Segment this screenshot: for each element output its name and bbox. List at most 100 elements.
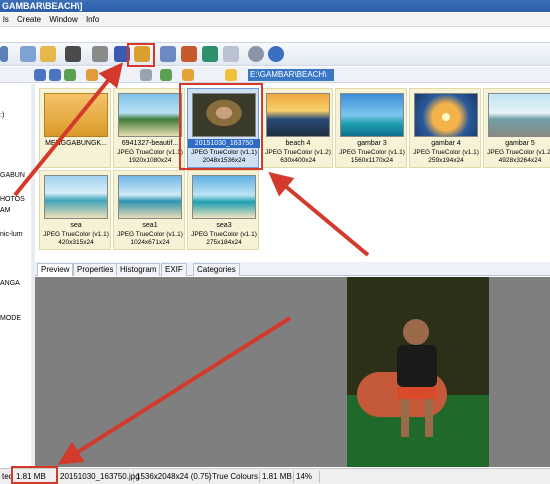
thumbnail-tile[interactable]: sea1 JPEG TrueColor (v1.1) 1024x671x24 bbox=[113, 170, 185, 250]
thumbnail-name: gambar 3 bbox=[357, 140, 387, 147]
back-arrow-icon[interactable] bbox=[34, 69, 46, 81]
thumbnail-type: JPEG TrueColor (v1.1) bbox=[117, 149, 183, 156]
menu-item-info[interactable]: Info bbox=[83, 13, 102, 26]
thumbnail-tile[interactable]: gambar 5 JPEG TrueColor (v1.2) 4928x3264… bbox=[483, 88, 550, 168]
status-zoom: 14% bbox=[294, 471, 320, 483]
thumbnail-tile-selected[interactable]: 20151030_163750 JPEG TrueColor (v1.1) 20… bbox=[187, 88, 260, 168]
thumbnail-name: beach 4 bbox=[285, 140, 311, 147]
folder-icon bbox=[44, 93, 108, 137]
thumbnail-tile[interactable]: beach 4 JPEG TrueColor (v1.2) 630x400x24 bbox=[261, 88, 333, 168]
thumbnail-image bbox=[266, 93, 330, 137]
thumbnail-type: JPEG TrueColor (v1.1) bbox=[191, 149, 257, 156]
status-bar: ted 1.81 MB 20151030_163750.jpg 1536x204… bbox=[0, 468, 550, 484]
preview-shorts bbox=[397, 387, 437, 399]
tree-item[interactable]: ANGA bbox=[0, 280, 20, 287]
thumbnail-image bbox=[44, 175, 108, 219]
thumbnail-type: JPEG TrueColor (v1.1) bbox=[191, 231, 257, 238]
thumbnail-tile[interactable]: MENGGABUNGK... bbox=[39, 88, 111, 168]
thumbnail-type: JPEG TrueColor (v1.1) bbox=[413, 149, 479, 156]
thumbnail-dims: 420x315x24 bbox=[58, 239, 94, 246]
globe-icon[interactable] bbox=[202, 46, 218, 62]
thumbnail-name: sea bbox=[70, 222, 82, 229]
open-folder-icon[interactable] bbox=[40, 46, 56, 62]
preview-shirt bbox=[397, 345, 437, 387]
preview-face bbox=[403, 319, 429, 345]
binoculars-icon[interactable] bbox=[65, 46, 81, 62]
tree-item[interactable]: MODE bbox=[0, 315, 21, 322]
thumbnail-type: JPEG TrueColor (v1.2) bbox=[487, 149, 550, 156]
thumbnail-image bbox=[192, 93, 256, 137]
thumbnail-image bbox=[118, 93, 182, 137]
tab-properties[interactable]: Properties bbox=[73, 263, 118, 276]
thumbnail-tile[interactable]: sea JPEG TrueColor (v1.1) 420x315x24 bbox=[39, 170, 111, 250]
thumbnail-tile[interactable]: gambar 4 JPEG TrueColor (v1.1) 259x194x2… bbox=[409, 88, 481, 168]
status-file-size: 1.81 MB bbox=[14, 471, 58, 483]
info-icon[interactable] bbox=[268, 46, 284, 62]
thumbnail-dims: 275x184x24 bbox=[206, 239, 242, 246]
tab-categories[interactable]: Categories bbox=[193, 263, 240, 276]
title-bar: GAMBAR\BEACH\] bbox=[0, 0, 550, 12]
thumbnail-type: JPEG TrueColor (v1.1) bbox=[117, 231, 183, 238]
printer-icon[interactable] bbox=[92, 46, 108, 62]
tab-histogram[interactable]: Histogram bbox=[116, 263, 161, 276]
tree-item[interactable]: HOTOS bbox=[0, 196, 25, 203]
thumbnail-image bbox=[488, 93, 550, 137]
slideshow-icon[interactable] bbox=[134, 46, 150, 62]
thumbnail-dims: 1560x1170x24 bbox=[350, 157, 394, 164]
thumbnail-dims: 4928x3264x24 bbox=[498, 157, 542, 164]
thumbnail-name: sea3 bbox=[216, 222, 232, 229]
gear-icon[interactable] bbox=[248, 46, 264, 62]
folder-icon[interactable] bbox=[86, 69, 98, 81]
thumbnail-icon[interactable] bbox=[223, 46, 239, 62]
favorites-star-icon[interactable] bbox=[225, 69, 237, 81]
thumbnail-type: JPEG TrueColor (v1.1) bbox=[43, 231, 109, 238]
thumbnail-dims: 630x400x24 bbox=[280, 157, 316, 164]
thumbnail-image bbox=[192, 175, 256, 219]
status-selected: ted bbox=[2, 471, 14, 483]
info-tabs: Preview Properties Histogram EXIF Catego… bbox=[35, 262, 550, 276]
status-dimensions: 1536x2048x24 (0.75) bbox=[136, 471, 212, 483]
address-bar[interactable]: E:\GAMBAR\BEACH\ bbox=[248, 69, 334, 81]
tab-preview[interactable]: Preview bbox=[37, 263, 74, 276]
thumbnail-name: sea1 bbox=[142, 222, 158, 229]
thumbnail-name: MENGGABUNGK... bbox=[45, 140, 107, 147]
thumbnail-name: 6941327-beautif... bbox=[121, 140, 179, 147]
sort-icon[interactable] bbox=[160, 69, 172, 81]
thumbnail-dims: 2048x1536x24 bbox=[202, 157, 246, 164]
thumbnail-grid: MENGGABUNGK... 6941327-beautif... JPEG T… bbox=[35, 84, 550, 256]
thumbnail-tile[interactable]: gambar 3 JPEG TrueColor (v1.1) 1560x1170… bbox=[335, 88, 407, 168]
preview-pane bbox=[35, 277, 550, 467]
view-icon[interactable] bbox=[140, 69, 152, 81]
tree-item[interactable]: AM bbox=[0, 207, 11, 214]
thumbnail-dims: 1024x671x24 bbox=[130, 239, 170, 246]
batch-icon[interactable] bbox=[114, 46, 130, 62]
preview-leg-left bbox=[401, 399, 409, 437]
tree-item[interactable]: GABUN bbox=[0, 172, 25, 179]
menu-item-window[interactable]: Window bbox=[46, 13, 80, 26]
filter-icon[interactable] bbox=[182, 69, 194, 81]
preview-leg-right bbox=[425, 399, 433, 437]
tree-item[interactable]: :) bbox=[0, 112, 4, 119]
thumbnail-name: gambar 5 bbox=[505, 140, 535, 147]
forward-arrow-icon[interactable] bbox=[49, 69, 61, 81]
thumbnail-tile[interactable]: 6941327-beautif... JPEG TrueColor (v1.1)… bbox=[113, 88, 185, 168]
up-folder-icon[interactable] bbox=[64, 69, 76, 81]
presentation-icon[interactable] bbox=[181, 46, 197, 62]
tab-exif[interactable]: EXIF bbox=[161, 263, 187, 276]
menu-item-create[interactable]: Create bbox=[14, 13, 44, 26]
thumbnail-name: 20151030_163750 bbox=[188, 139, 260, 148]
thumbnail-type: JPEG TrueColor (v1.1) bbox=[339, 149, 405, 156]
thumbnail-dims: 259x194x24 bbox=[428, 157, 464, 164]
home-icon[interactable] bbox=[20, 46, 36, 62]
status-file-name: 20151030_163750.jpg bbox=[60, 471, 140, 483]
screen-icon[interactable] bbox=[160, 46, 176, 62]
thumbnail-image bbox=[414, 93, 478, 137]
navigation-toolbar: E:\GAMBAR\BEACH\ bbox=[0, 67, 550, 83]
tree-item[interactable]: nic-lum bbox=[0, 231, 23, 238]
menu-item-tools[interactable]: ls bbox=[0, 13, 12, 26]
thumbnail-dims: 1920x1080x24 bbox=[128, 157, 172, 164]
thumbnail-image bbox=[340, 93, 404, 137]
thumbnail-type: JPEG TrueColor (v1.2) bbox=[265, 149, 331, 156]
main-toolbar bbox=[0, 42, 550, 66]
thumbnail-tile[interactable]: sea3 JPEG TrueColor (v1.1) 275x184x24 bbox=[187, 170, 259, 250]
